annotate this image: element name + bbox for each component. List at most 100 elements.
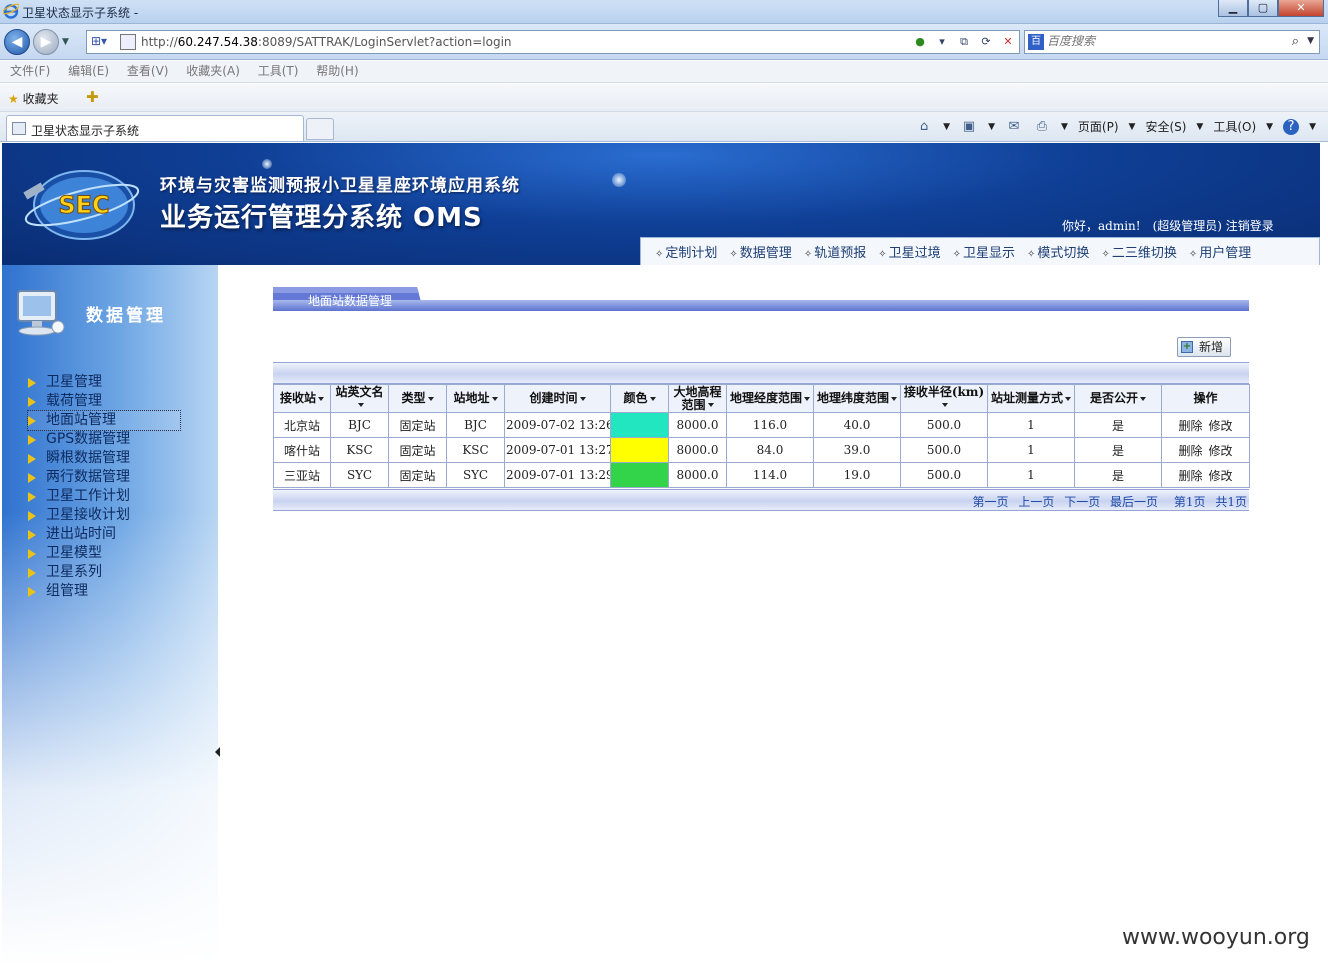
nav-data-management[interactable]: 数据管理 — [729, 242, 792, 261]
menu-help[interactable]: 帮助(H) — [316, 61, 358, 82]
nav-custom-plan[interactable]: 定制计划 — [655, 242, 717, 261]
minimize-button[interactable]: ▁ — [1218, 0, 1248, 17]
nav-user-management[interactable]: 用户管理 — [1189, 242, 1251, 261]
print-icon[interactable]: ⎙ — [1033, 119, 1051, 135]
column-header[interactable]: 接收站 — [273, 384, 331, 413]
sidebar-item[interactable]: GPS数据管理 — [28, 430, 180, 449]
url-field[interactable]: ⊞▾ http://60.247.54.38:8089/SATTRAK/Logi… — [86, 30, 1020, 54]
url-dropdown-icon[interactable]: ▾ — [933, 33, 951, 51]
home-icon[interactable]: ⌂ — [915, 119, 933, 135]
menu-bar: 文件(F) 编辑(E) 查看(V) 收藏夹(A) 工具(T) 帮助(H) — [0, 61, 1328, 83]
nav-2d3d-switch[interactable]: 二三维切换 — [1101, 242, 1177, 261]
nav-mode-switch[interactable]: 模式切换 — [1027, 242, 1089, 261]
search-icon[interactable]: ⌕ — [1292, 34, 1299, 49]
cell-addr: BJC — [446, 412, 505, 438]
feeds-icon[interactable]: ▣ — [960, 119, 978, 135]
help-icon[interactable]: ? — [1283, 118, 1300, 135]
compat-icon[interactable]: ⧉ — [955, 33, 973, 51]
sort-dropdown-icon[interactable] — [1140, 396, 1146, 401]
sort-dropdown-icon[interactable] — [891, 396, 897, 401]
favorites-button[interactable]: ★ 收藏夹 — [8, 90, 59, 107]
column-header[interactable]: 站址测量方式 — [987, 384, 1075, 413]
sidebar-item[interactable]: 地面站管理 — [27, 410, 181, 431]
sidebar-item-label: 地面站管理 — [46, 412, 116, 428]
sidebar-item[interactable]: 两行数据管理 — [28, 468, 180, 487]
add-button[interactable]: + 新增 — [1177, 337, 1231, 357]
menu-view[interactable]: 查看(V) — [127, 61, 169, 82]
forward-button[interactable]: ▶ — [33, 29, 59, 55]
column-header[interactable]: 地理纬度范围 — [813, 384, 901, 413]
close-window-button[interactable]: ✕ — [1278, 0, 1324, 17]
mail-icon[interactable]: ✉ — [1005, 119, 1023, 135]
menu-tools[interactable]: 工具(T) — [258, 61, 299, 82]
column-header[interactable]: 大地高程范围 — [668, 384, 727, 413]
sidebar-item[interactable]: 卫星工作计划 — [28, 487, 180, 506]
column-header[interactable]: 是否公开 — [1074, 384, 1162, 413]
sidebar-item[interactable]: 卫星管理 — [28, 373, 180, 392]
refresh-icon[interactable]: ⟳ — [977, 33, 995, 51]
column-header[interactable]: 接收半径(km) — [900, 384, 988, 413]
security-status-icon[interactable]: ● — [911, 33, 929, 51]
sidebar-item[interactable]: 组管理 — [28, 582, 180, 601]
sort-dropdown-icon[interactable] — [649, 396, 656, 401]
edit-link[interactable]: 修改 — [1209, 469, 1233, 483]
collapse-sidebar-icon[interactable] — [215, 747, 220, 757]
page-menu[interactable]: 页面(P) — [1078, 118, 1119, 135]
pager-prev[interactable]: 上一页 — [1018, 495, 1054, 509]
sort-dropdown-icon[interactable] — [942, 403, 948, 407]
menu-edit[interactable]: 编辑(E) — [68, 61, 109, 82]
sort-dropdown-icon[interactable] — [357, 403, 364, 407]
sidebar-item[interactable]: 卫星接收计划 — [28, 506, 180, 525]
sidebar-item[interactable]: 瞬根数据管理 — [28, 449, 180, 468]
sidebar-item[interactable]: 卫星系列 — [28, 563, 180, 582]
sort-dropdown-icon[interactable] — [491, 396, 498, 401]
cell-lon: 116.0 — [726, 412, 814, 438]
new-tab-button[interactable] — [306, 118, 334, 140]
add-favorite-icon[interactable]: ✚ — [86, 88, 99, 106]
cell-method: 1 — [987, 437, 1075, 463]
pager-last[interactable]: 最后一页 — [1110, 495, 1158, 509]
browser-tab[interactable]: 卫星状态显示子系统 — [6, 115, 304, 141]
maximize-button[interactable]: ▢ — [1248, 0, 1278, 17]
cell-method: 1 — [987, 412, 1075, 438]
pager-first[interactable]: 第一页 — [973, 495, 1009, 509]
edit-link[interactable]: 修改 — [1209, 419, 1233, 433]
nav-orbit-forecast[interactable]: 轨道预报 — [804, 242, 866, 261]
sort-dropdown-icon[interactable] — [707, 403, 714, 407]
safety-menu[interactable]: 安全(S) — [1145, 118, 1186, 135]
sort-dropdown-icon[interactable] — [318, 396, 324, 401]
menu-file[interactable]: 文件(F) — [10, 61, 50, 82]
column-header[interactable]: 类型 — [388, 384, 447, 413]
delete-link[interactable]: 删除 — [1178, 444, 1202, 458]
tools-menu[interactable]: 工具(O) — [1213, 118, 1256, 135]
history-dropdown-icon[interactable]: ▼ — [62, 37, 69, 47]
column-header[interactable]: 站英文名 — [330, 384, 389, 413]
edit-link[interactable]: 修改 — [1209, 444, 1233, 458]
user-info[interactable]: 你好，admin! (超级管理员) 注销登录 — [1062, 217, 1274, 234]
sidebar-item[interactable]: 进出站时间 — [28, 525, 180, 544]
sidebar-item[interactable]: 载荷管理 — [28, 392, 180, 411]
search-input[interactable] — [1047, 34, 1287, 48]
compat-view-icon[interactable]: ⊞▾ — [91, 34, 107, 48]
column-header[interactable]: 地理经度范围 — [726, 384, 814, 413]
column-header[interactable]: 站地址 — [446, 384, 505, 413]
nav-satellite-pass[interactable]: 卫星过境 — [878, 242, 941, 261]
nav-satellite-display[interactable]: 卫星显示 — [953, 242, 1015, 261]
back-button[interactable]: ◀ — [4, 29, 30, 55]
sort-dropdown-icon[interactable] — [579, 396, 586, 401]
menu-favorites[interactable]: 收藏夹(A) — [186, 61, 240, 82]
sort-dropdown-icon[interactable] — [804, 396, 810, 401]
sort-dropdown-icon[interactable] — [427, 396, 434, 401]
stop-icon[interactable]: ✕ — [999, 33, 1017, 51]
sidebar-item[interactable]: 卫星模型 — [28, 544, 180, 563]
delete-link[interactable]: 删除 — [1178, 469, 1202, 483]
column-header[interactable]: 创建时间 — [504, 384, 611, 413]
delete-link[interactable]: 删除 — [1178, 419, 1202, 433]
column-header[interactable]: 操作 — [1161, 384, 1250, 413]
search-dropdown-icon[interactable]: ▼ — [1307, 36, 1314, 46]
search-box[interactable]: 百 ⌕ ▼ — [1024, 30, 1320, 54]
arrow-right-icon — [28, 587, 36, 597]
pager-next[interactable]: 下一页 — [1064, 495, 1100, 509]
sort-dropdown-icon[interactable] — [1065, 396, 1071, 401]
column-header[interactable]: 颜色 — [610, 384, 669, 413]
